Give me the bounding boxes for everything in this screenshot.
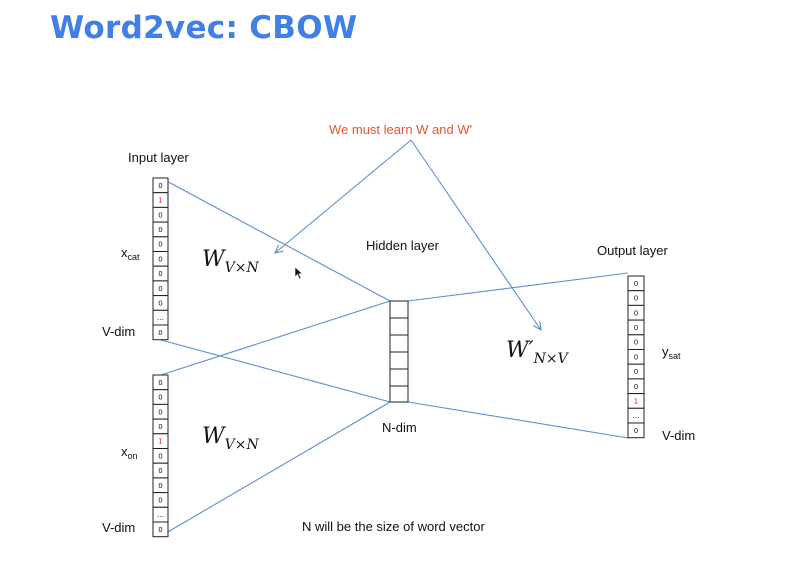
input-on-cell-value: 1 bbox=[158, 438, 162, 446]
output-sat-cell-value: 0 bbox=[634, 280, 638, 288]
v-dim-label-top: V-dim bbox=[102, 324, 135, 339]
input-cat-cell-value: … bbox=[157, 314, 164, 322]
y-sat-label: ysat bbox=[662, 344, 681, 361]
input-cat-cell-value: 0 bbox=[158, 226, 162, 234]
output-sat-cell-value: 0 bbox=[634, 383, 638, 391]
input-cat-cell-value: 0 bbox=[158, 270, 162, 278]
link-on-bottom bbox=[160, 401, 391, 537]
weight-w-prime: W′N×V bbox=[506, 338, 570, 367]
input-cat-cell-value: 1 bbox=[158, 197, 162, 205]
output-sat-cell-value: 0 bbox=[634, 353, 638, 361]
input-on-cell-value: … bbox=[157, 511, 164, 519]
output-sat-cell-value: 0 bbox=[634, 309, 638, 317]
link-cat-bottom bbox=[160, 339, 391, 403]
input-cat-cell-value: 0 bbox=[158, 241, 162, 249]
input-on-cell-value: 0 bbox=[158, 452, 162, 460]
learn-note: We must learn W and W' bbox=[329, 122, 472, 137]
output-vector-sat: 0 0 0 0 0 0 0 0 1 … 0 bbox=[627, 275, 645, 439]
input-on-cell-value: 0 bbox=[158, 394, 162, 402]
output-sat-cell-value: 0 bbox=[634, 427, 638, 435]
input-cat-cell-value: 0 bbox=[158, 285, 162, 293]
input-layer-label: Input layer bbox=[128, 150, 189, 165]
caption: N will be the size of word vector bbox=[302, 519, 485, 534]
input-on-cell-value: 0 bbox=[158, 467, 162, 475]
x-on-label: xon bbox=[121, 444, 138, 461]
input-vector-on: 0 0 0 0 1 0 0 0 0 … 0 bbox=[152, 374, 169, 538]
input-cat-cell-value: 0 bbox=[158, 329, 162, 337]
x-cat-label: xcat bbox=[121, 245, 140, 262]
arrow-to-w bbox=[275, 139, 412, 253]
output-sat-cell-value: … bbox=[633, 412, 640, 420]
output-sat-cell-value: 0 bbox=[634, 324, 638, 332]
hidden-layer-label: Hidden layer bbox=[366, 238, 440, 253]
output-sat-cell-value: 0 bbox=[634, 339, 638, 347]
input-vector-cat: 0 1 0 0 0 0 0 0 0 … 0 bbox=[152, 177, 169, 341]
output-sat-cell-value: 0 bbox=[634, 295, 638, 303]
weight-w-top: WV×N bbox=[202, 247, 259, 276]
link-cat-top bbox=[160, 177, 391, 302]
input-cat-cell-value: 0 bbox=[158, 299, 162, 307]
mouse-cursor-icon bbox=[294, 266, 304, 280]
hidden-layer-vector bbox=[389, 300, 409, 403]
cbow-diagram: 0 1 0 0 0 0 0 0 0 … 0 0 0 0 0 1 0 0 0 0 … 0 0 0 0 0 0 0 0 0 1 … 0 We m… bbox=[102, 122, 695, 538]
output-sat-cell-value: 0 bbox=[634, 368, 638, 376]
n-dim-label: N-dim bbox=[382, 420, 417, 435]
v-dim-label-output: V-dim bbox=[662, 428, 695, 443]
input-on-cell-value: 0 bbox=[158, 379, 162, 387]
input-cat-cell-value: 0 bbox=[158, 182, 162, 190]
link-out-bottom bbox=[407, 401, 629, 439]
arrow-to-w-prime bbox=[410, 139, 541, 330]
input-cat-cell-value: 0 bbox=[158, 255, 162, 263]
output-sat-cell-value: 1 bbox=[634, 397, 638, 405]
weight-w-bottom: WV×N bbox=[202, 424, 259, 453]
input-on-cell-value: 0 bbox=[158, 408, 162, 416]
link-on-top bbox=[160, 300, 391, 376]
input-on-cell-value: 0 bbox=[158, 423, 162, 431]
input-on-cell-value: 0 bbox=[158, 496, 162, 504]
input-on-cell-value: 0 bbox=[158, 526, 162, 534]
input-cat-cell-value: 0 bbox=[158, 211, 162, 219]
input-on-cell-value: 0 bbox=[158, 482, 162, 490]
v-dim-label-bottom: V-dim bbox=[102, 520, 135, 535]
output-layer-label: Output layer bbox=[597, 243, 668, 258]
